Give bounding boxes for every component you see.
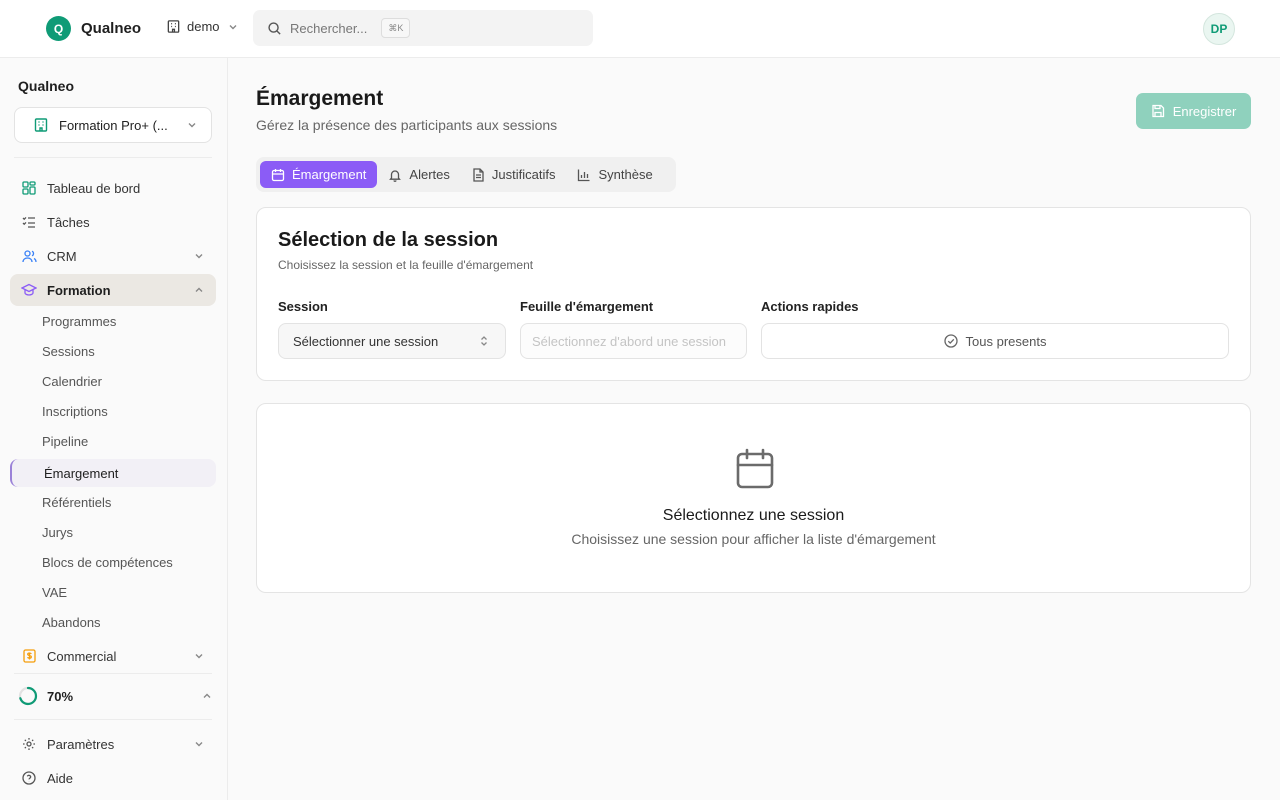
session-select-value: Sélectionner une session — [293, 333, 439, 349]
onboarding-progress[interactable]: 70% — [18, 686, 212, 706]
progress-ring-icon — [18, 686, 38, 706]
save-icon — [1152, 104, 1164, 118]
sidebar-subitem-blocs[interactable]: Blocs de compétences — [42, 555, 173, 570]
divider — [14, 673, 212, 674]
gear-icon — [23, 738, 35, 750]
tab-label: Synthèse — [598, 167, 653, 182]
session-select[interactable]: Sélectionner une session — [278, 323, 506, 359]
brand-logo: Q — [46, 16, 71, 41]
chevron-down-icon — [195, 254, 203, 259]
organization-switcher[interactable]: demo — [166, 19, 244, 34]
page-subtitle: Gérez la présence des participants aux s… — [256, 117, 558, 133]
calendar-icon — [736, 448, 774, 489]
sidebar-item-label: Tâches — [47, 214, 90, 230]
divider — [14, 719, 212, 720]
sidebar-item-label: Formation — [47, 282, 111, 298]
sidebar-item-help[interactable]: Aide — [10, 762, 216, 794]
tab-label: Alertes — [409, 167, 450, 182]
organization-select-label: Formation Pro+ (... — [59, 117, 168, 133]
sidebar-item-dashboard[interactable]: Tableau de bord — [10, 172, 216, 204]
tab-emargement[interactable]: Émargement — [260, 161, 378, 188]
bar-chart-icon — [578, 169, 590, 181]
check-circle-icon — [943, 334, 958, 348]
sidebar-subitem-programmes[interactable]: Programmes — [42, 314, 116, 329]
chevron-up-icon — [203, 693, 211, 698]
building-icon — [34, 118, 48, 132]
all-present-button[interactable]: Tous presents — [761, 323, 1229, 359]
page-title: Émargement — [256, 87, 384, 110]
tasks-icon — [22, 216, 35, 228]
document-icon — [473, 167, 484, 182]
save-button-label: Enregistrer — [1172, 103, 1237, 119]
divider — [14, 157, 212, 158]
chevron-down-icon — [229, 24, 237, 29]
organization-label: demo — [187, 19, 220, 34]
all-present-label: Tous presents — [965, 333, 1047, 349]
tab-synthese[interactable]: Synthèse — [566, 161, 663, 188]
sidebar-subitem-calendrier[interactable]: Calendrier — [42, 374, 102, 389]
search-shortcut: ⌘K — [381, 18, 411, 38]
top-bar: Q Qualneo demo Rechercher... ⌘K DP — [0, 0, 1280, 58]
help-circle-icon — [22, 771, 36, 785]
sidebar-subitem-pipeline[interactable]: Pipeline — [42, 434, 88, 449]
sidebar-subitem-sessions[interactable]: Sessions — [42, 344, 95, 359]
sidebar-item-commercial[interactable]: Commercial — [10, 640, 216, 672]
card-title: Sélection de la session — [278, 229, 499, 251]
sidebar-subitem-abandons[interactable]: Abandons — [42, 615, 101, 630]
empty-state-subtitle: Choisissez une session pour afficher la … — [571, 531, 936, 547]
sidebar-item-label: Paramètres — [47, 736, 115, 752]
tab-label: Justificatifs — [491, 167, 556, 182]
session-label: Session — [278, 299, 328, 314]
empty-state-title: Sélectionnez une session — [662, 507, 845, 524]
sidebar-item-settings[interactable]: Paramètres — [10, 728, 216, 760]
sidebar-item-label: Commercial — [47, 648, 117, 664]
chevron-down-icon — [195, 654, 203, 659]
sidebar: Qualneo Formation Pro+ (... Tableau de b… — [0, 58, 228, 800]
bell-icon — [389, 169, 402, 182]
brand[interactable]: Q Qualneo — [46, 16, 141, 41]
save-button[interactable]: Enregistrer — [1136, 93, 1251, 129]
session-selection-card: Sélection de la session Choisissez la se… — [256, 207, 1251, 381]
chevron-up-down-icon — [481, 336, 487, 346]
quick-actions-label: Actions rapides — [761, 299, 859, 314]
tab-label: Émargement — [292, 167, 367, 182]
search-box[interactable]: Rechercher... ⌘K — [253, 10, 593, 46]
sidebar-subitem-vae[interactable]: VAE — [42, 585, 67, 600]
dashboard-icon — [22, 181, 36, 195]
search-input[interactable]: Rechercher... — [290, 21, 367, 36]
sidebar-subitem-jurys[interactable]: Jurys — [42, 525, 73, 540]
avatar[interactable]: DP — [1203, 13, 1235, 45]
sidebar-subitem-emargement[interactable]: Émargement — [10, 459, 216, 487]
sheet-label: Feuille d'émargement — [520, 299, 654, 314]
building-icon — [167, 20, 180, 33]
receipt-icon — [22, 649, 36, 663]
brand-name: Qualneo — [81, 20, 142, 37]
organization-select[interactable]: Formation Pro+ (... — [14, 107, 212, 143]
sidebar-item-formation[interactable]: Formation — [10, 274, 216, 306]
users-icon — [21, 250, 37, 263]
chevron-down-icon — [195, 742, 203, 747]
calendar-icon — [271, 168, 285, 181]
progress-label: 70% — [47, 688, 74, 704]
tab-justificatifs[interactable]: Justificatifs — [461, 161, 567, 188]
search-icon — [268, 21, 281, 35]
sidebar-subitem-referentiels[interactable]: Référentiels — [42, 495, 111, 510]
chevron-down-icon — [188, 123, 196, 128]
sidebar-title: Qualneo — [18, 78, 75, 94]
sheet-select[interactable]: Sélectionnez d'abord une session — [520, 323, 747, 359]
sidebar-item-label: CRM — [47, 248, 77, 264]
card-subtitle: Choisissez la session et la feuille d'ém… — [278, 258, 534, 272]
empty-state-card: Sélectionnez une session Choisissez une … — [256, 403, 1251, 593]
tab-bar: Émargement Alertes Justificatifs Synthès… — [256, 157, 676, 192]
chevron-up-icon — [195, 287, 203, 292]
sidebar-item-crm[interactable]: CRM — [10, 240, 216, 272]
sidebar-item-tasks[interactable]: Tâches — [10, 206, 216, 238]
tab-alertes[interactable]: Alertes — [377, 161, 460, 188]
graduation-cap-icon — [21, 283, 37, 296]
sidebar-subitem-inscriptions[interactable]: Inscriptions — [42, 404, 108, 419]
sidebar-item-label: Aide — [47, 770, 74, 786]
sidebar-item-label: Tableau de bord — [47, 180, 141, 196]
